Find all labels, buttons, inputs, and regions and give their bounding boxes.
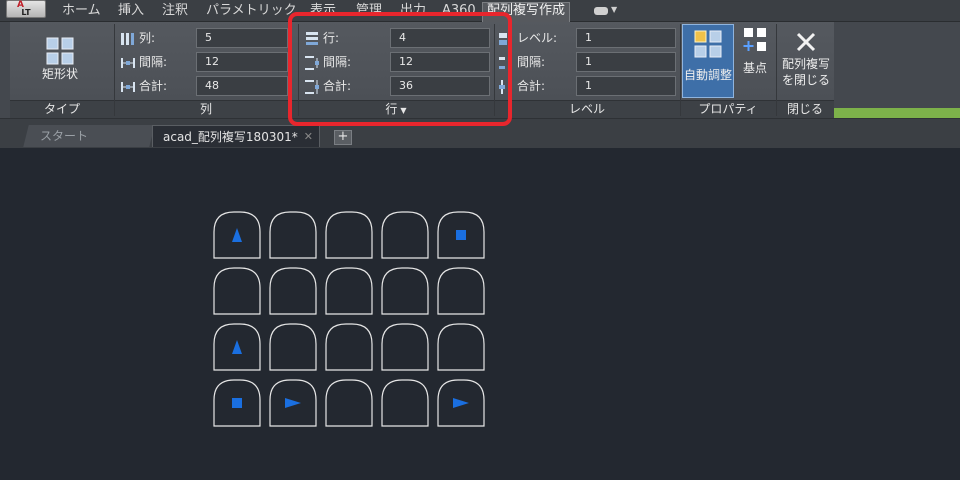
array-item-shape [325, 211, 373, 259]
ribbon-display-toggle[interactable]: ▼ [590, 4, 620, 18]
tab-start[interactable]: スタート [23, 125, 155, 147]
columns-count-label: 列: [120, 28, 155, 48]
associative-button[interactable]: 自動調整 [682, 24, 734, 98]
close-array-label-line2: を閉じる [781, 73, 830, 87]
columns-spacing-label: 間隔: [120, 52, 167, 72]
application-menu-button[interactable]: A LT [6, 0, 46, 18]
autocad-window: A LT ホーム 挿入 注釈 パラメトリック 表示 管理 出力 A360 配列複… [0, 0, 960, 480]
minimize-ribbon-icon [594, 7, 608, 15]
arrow-up-grip-icon[interactable] [232, 340, 242, 354]
basepoint-icon [743, 28, 766, 51]
tab-insert[interactable]: 挿入 [114, 3, 148, 21]
column-spacing-icon [121, 57, 135, 68]
tab-drawing-file[interactable]: acad_配列複写180301* ✕ [152, 125, 320, 147]
associative-icon [694, 30, 722, 58]
array-item-shape [269, 267, 317, 315]
array-item-shape [381, 379, 429, 427]
square-grip-icon[interactable] [232, 398, 242, 408]
panel-title-close: 閉じる [786, 102, 823, 116]
basepoint-button[interactable]: 基点 [736, 26, 774, 76]
rectangular-type-label: 矩形状 [41, 67, 78, 81]
drawing-canvas[interactable] [6, 148, 960, 480]
row-panel-highlight [288, 12, 512, 126]
panel-title-columns: 列 [199, 102, 212, 116]
array-item-shape [325, 379, 373, 427]
associative-label: 自動調整 [683, 68, 732, 82]
array-item-shape [437, 323, 485, 371]
array-item-shape [213, 267, 261, 315]
tab-annotate[interactable]: 注釈 [158, 3, 192, 21]
ribbon-accent-bar [834, 108, 960, 118]
close-array-label-line1: 配列複写 [781, 57, 830, 71]
close-array-button[interactable]: 配列複写 を閉じる [778, 30, 834, 88]
tab-parametric[interactable]: パラメトリック [202, 3, 301, 21]
array-item-shape [437, 267, 485, 315]
basepoint-label: 基点 [742, 61, 767, 75]
array-preview [213, 211, 485, 427]
app-logo-text: LT [21, 8, 31, 17]
arrow-up-grip-icon[interactable] [232, 228, 242, 242]
column-total-icon [121, 81, 135, 92]
drawing-file-name: acad_配列複写180301* [163, 130, 298, 144]
panel-title-levels: レベル [568, 102, 605, 116]
array-item-shape [381, 323, 429, 371]
chevron-down-icon: ▼ [611, 5, 618, 14]
columns-icon [121, 32, 134, 45]
columns-spacing-input[interactable]: 12 [196, 52, 288, 72]
new-drawing-tab-button[interactable]: + [334, 130, 352, 145]
close-icon [796, 32, 816, 52]
levels-count-input[interactable]: 1 [576, 28, 676, 48]
columns-total-input[interactable]: 48 [196, 76, 288, 96]
arrow-right-grip-icon[interactable] [453, 398, 469, 408]
levels-total-input[interactable]: 1 [576, 76, 676, 96]
array-item-shape [325, 267, 373, 315]
close-tab-icon[interactable]: ✕ [304, 126, 313, 148]
array-item-shape [325, 323, 373, 371]
rectangular-type-button[interactable]: 矩形状 [30, 34, 90, 82]
array-item-shape [381, 211, 429, 259]
tab-home[interactable]: ホーム [58, 3, 105, 21]
square-grip-icon[interactable] [456, 230, 466, 240]
levels-spacing-input[interactable]: 1 [576, 52, 676, 72]
panel-title-type: タイプ [43, 102, 80, 116]
arrow-right-grip-icon[interactable] [285, 398, 301, 408]
panel-title-properties: プロパティ [698, 102, 758, 116]
array-item-shape [381, 267, 429, 315]
array-item-shape [269, 211, 317, 259]
array-item-shape [269, 323, 317, 371]
columns-count-input[interactable]: 5 [196, 28, 288, 48]
columns-total-label: 合計: [120, 76, 167, 96]
rectangular-array-icon [46, 37, 74, 65]
